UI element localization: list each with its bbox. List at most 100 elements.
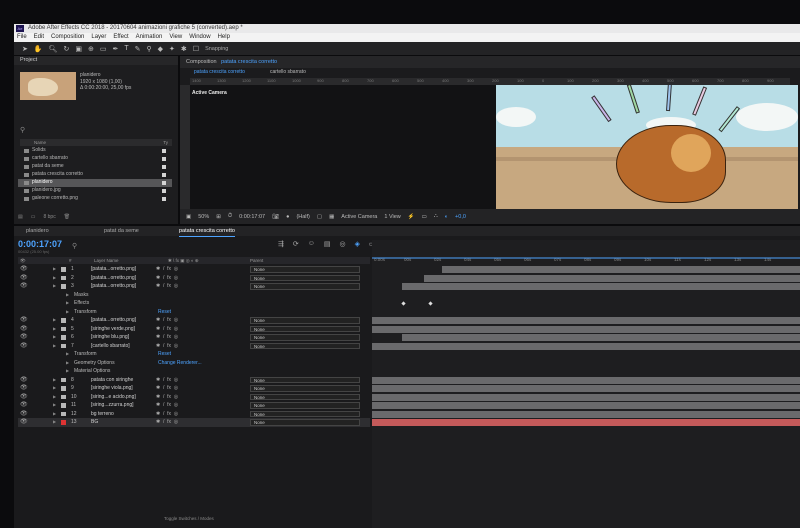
- layer-switches-icon[interactable]: ✱ / fx ◎: [156, 333, 178, 342]
- layer-name[interactable]: [patata...orretto.png]: [91, 316, 136, 325]
- interpret-footage-icon[interactable]: ▤: [18, 214, 23, 220]
- comp-flowchart-icon[interactable]: ⇶: [278, 240, 284, 248]
- timeline-tracks[interactable]: 0:00s 00s 02s 04s 05s 06s 07s 08s 09s 10s 11s 12s 13…: [372, 240, 800, 528]
- always-preview-icon[interactable]: ▣: [186, 214, 191, 220]
- puppet-tool-icon[interactable]: ✱: [181, 45, 187, 53]
- timeline-search-icon[interactable]: ⚲: [72, 242, 77, 250]
- zoom-tool-icon[interactable]: 🔍︎: [49, 45, 58, 53]
- trash-icon[interactable]: 🗑︎: [64, 214, 70, 220]
- expand-triangle-icon[interactable]: ▶: [66, 367, 69, 376]
- timeline-icon[interactable]: ▭: [422, 214, 427, 220]
- project-col-name[interactable]: Name: [34, 140, 46, 145]
- menu-composition[interactable]: Composition: [51, 33, 84, 42]
- layer-name[interactable]: [siringhe verde.png]: [91, 325, 135, 334]
- parent-dropdown[interactable]: None: [250, 283, 360, 290]
- visibility-eye-icon[interactable]: 👁︎: [20, 384, 28, 393]
- label-color-icon[interactable]: [61, 394, 66, 399]
- layer-name[interactable]: patata con siringhe: [91, 376, 133, 385]
- menu-animation[interactable]: Animation: [136, 33, 163, 42]
- timeline-tab-active[interactable]: patata crescita corretto: [179, 226, 235, 237]
- layer-duration-bar[interactable]: [402, 283, 800, 290]
- expand-triangle-icon[interactable]: ▶: [66, 350, 69, 359]
- expand-triangle-icon[interactable]: ▶: [66, 299, 69, 308]
- label-color-icon[interactable]: [61, 403, 66, 408]
- exposure-value[interactable]: +0,0: [455, 214, 466, 220]
- layer-switches-icon[interactable]: ✱ / fx ◎: [156, 384, 178, 393]
- resolution-dropdown[interactable]: (Half): [296, 214, 309, 220]
- timeline-tab[interactable]: patat da seme: [104, 226, 139, 236]
- layer-switches-icon[interactable]: ✱ / fx ◎: [156, 342, 178, 351]
- roi-icon[interactable]: ▢: [317, 214, 322, 220]
- project-col-type[interactable]: Ty: [163, 139, 168, 146]
- expand-triangle-icon[interactable]: ▶: [53, 282, 56, 291]
- timecode-icon[interactable]: ⏱: [228, 213, 232, 220]
- expand-triangle-icon[interactable]: ▶: [53, 316, 56, 325]
- label-color-icon[interactable]: [61, 343, 66, 348]
- layer-property-group[interactable]: ▶ Material Options: [18, 367, 370, 376]
- layer-duration-bar[interactable]: [372, 317, 800, 324]
- sub-tab[interactable]: cartello sbarrato: [270, 69, 306, 75]
- layer-row[interactable]: 👁︎ ▶ 5 [siringhe verde.png] ✱ / fx ◎ None: [18, 325, 370, 334]
- expand-triangle-icon[interactable]: ▶: [53, 274, 56, 283]
- selection-tool-icon[interactable]: ➤: [22, 45, 28, 53]
- layer-switches-icon[interactable]: ✱ / fx ◎: [156, 325, 178, 334]
- rotate-tool-icon[interactable]: ↻: [63, 45, 69, 53]
- layer-row[interactable]: 👁︎ ▶ 4 [patata...orretto.png] ✱ / fx ◎ None: [18, 316, 370, 325]
- label-color-icon[interactable]: [61, 377, 66, 382]
- fast-previews-icon[interactable]: ⚡: [408, 214, 415, 220]
- layer-duration-bar[interactable]: [402, 334, 800, 341]
- layer-name[interactable]: [patata...orretto.png]: [91, 265, 136, 274]
- snapping-checkbox[interactable]: ☐: [193, 45, 199, 53]
- safe-zones-icon[interactable]: ⊞: [216, 214, 221, 220]
- camera-dropdown[interactable]: Active Camera: [341, 214, 377, 220]
- visibility-eye-icon[interactable]: 👁︎: [20, 325, 28, 334]
- expand-triangle-icon[interactable]: ▶: [66, 291, 69, 300]
- layer-switches-icon[interactable]: ✱ / fx ◎: [156, 401, 178, 410]
- visibility-eye-icon[interactable]: 👁︎: [20, 393, 28, 402]
- brush-tool-icon[interactable]: ✎: [135, 45, 141, 53]
- expand-triangle-icon[interactable]: ▶: [53, 342, 56, 351]
- timeline-tab[interactable]: planidero: [26, 226, 49, 236]
- layer-duration-bar[interactable]: [372, 342, 800, 350]
- roto-tool-icon[interactable]: ✦: [169, 45, 175, 53]
- zoom-dropdown[interactable]: 50%: [198, 214, 209, 220]
- new-folder-icon[interactable]: ▭: [31, 214, 36, 220]
- camera-tool-icon[interactable]: ▣: [75, 45, 82, 53]
- parent-dropdown[interactable]: None: [250, 317, 360, 324]
- project-item[interactable]: patata crescita corretto: [18, 171, 172, 179]
- layer-property-group[interactable]: ▶ Transform Reset: [18, 350, 370, 359]
- composition-tab-label[interactable]: Composition: [186, 59, 217, 65]
- transparency-grid-icon[interactable]: ▦: [329, 214, 334, 220]
- menu-edit[interactable]: Edit: [34, 33, 44, 42]
- layer-row[interactable]: 👁︎ ▶ 8 patata con siringhe ✱ / fx ◎ None: [18, 376, 370, 385]
- keyframe-icon[interactable]: [401, 301, 406, 306]
- project-item[interactable]: galeone corretto.png: [18, 195, 172, 203]
- layer-row[interactable]: 👁︎ ▶ 7 [cartello sbarrato] ✱ / fx ◎ None: [18, 342, 370, 351]
- sub-tab-active[interactable]: patata crescita corretto: [194, 69, 245, 75]
- layer-name[interactable]: [patata...orretto.png]: [91, 274, 136, 283]
- layer-name[interactable]: [siringhe blu.png]: [91, 333, 129, 342]
- visibility-eye-icon[interactable]: 👁︎: [20, 282, 28, 291]
- expand-triangle-icon[interactable]: ▶: [53, 376, 56, 385]
- pan-behind-tool-icon[interactable]: ⊕: [88, 45, 94, 53]
- label-color-icon[interactable]: [61, 318, 66, 323]
- visibility-eye-icon[interactable]: 👁︎: [20, 401, 28, 410]
- project-title[interactable]: Project: [20, 56, 37, 65]
- label-color-icon[interactable]: [61, 326, 66, 331]
- viewer-pasteboard[interactable]: [190, 85, 496, 209]
- layer-duration-bar[interactable]: [424, 274, 800, 282]
- shy-icon[interactable]: ☺: [308, 240, 315, 248]
- timeline-current-time[interactable]: 0:00:17:07: [18, 239, 62, 249]
- expand-triangle-icon[interactable]: ▶: [53, 325, 56, 334]
- work-area-bar[interactable]: [372, 257, 800, 259]
- layer-duration-bar[interactable]: [372, 376, 800, 384]
- layer-name[interactable]: BG: [91, 418, 98, 427]
- layer-property-group[interactable]: ▶ Effects: [18, 299, 370, 308]
- menu-view[interactable]: View: [169, 33, 182, 42]
- keyframe-icon[interactable]: [428, 301, 433, 306]
- visibility-eye-icon[interactable]: 👁︎: [20, 274, 28, 283]
- visibility-eye-icon[interactable]: 👁︎: [20, 316, 28, 325]
- layer-duration-bar[interactable]: [442, 266, 800, 273]
- layer-switches-icon[interactable]: ✱ / fx ◎: [156, 410, 178, 419]
- snapshot-icon[interactable]: 📷︎: [272, 214, 279, 220]
